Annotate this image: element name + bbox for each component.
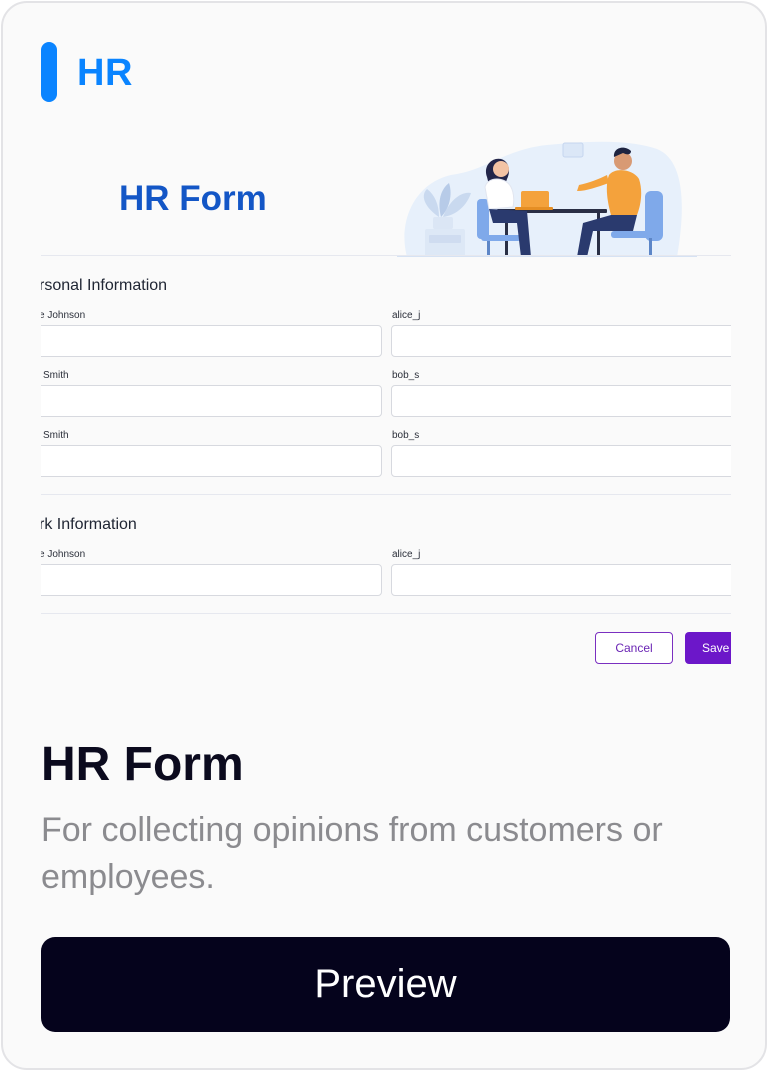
field-label: e Johnson bbox=[41, 549, 86, 560]
text-input[interactable] bbox=[391, 385, 731, 417]
category-label: HR bbox=[77, 52, 133, 94]
section-title-work: rk Information bbox=[41, 516, 137, 533]
preview-form-title: HR Form bbox=[119, 179, 267, 218]
field-label: e Johnson bbox=[41, 310, 86, 321]
field-label: Smith bbox=[43, 430, 69, 441]
section-divider bbox=[41, 494, 731, 495]
field-label: bob_s bbox=[392, 430, 420, 441]
section-divider bbox=[41, 613, 731, 614]
text-input[interactable] bbox=[41, 385, 382, 417]
field-label: alice_j bbox=[392, 310, 421, 321]
text-input[interactable] bbox=[41, 564, 382, 596]
preview-header-divider bbox=[41, 255, 731, 256]
template-card[interactable]: HR HR Form rsonal Information e Johnson … bbox=[1, 1, 767, 1070]
field-label: alice_j bbox=[392, 549, 421, 560]
text-input[interactable] bbox=[391, 564, 731, 596]
text-input[interactable] bbox=[41, 325, 382, 357]
text-input[interactable] bbox=[391, 445, 731, 477]
preview-button[interactable]: Preview bbox=[41, 937, 730, 1032]
text-input[interactable] bbox=[41, 445, 382, 477]
field-label: bob_s bbox=[392, 370, 420, 381]
field-label: Smith bbox=[43, 370, 69, 381]
text-input[interactable] bbox=[391, 325, 731, 357]
interview-illustration bbox=[397, 141, 697, 257]
card-description: For collecting opinions from customers o… bbox=[41, 811, 663, 896]
save-button[interactable]: Save bbox=[685, 632, 731, 664]
category-accent-bar bbox=[41, 42, 57, 102]
cancel-button[interactable]: Cancel bbox=[595, 632, 673, 664]
form-preview-thumbnail: HR Form rsonal Information e Johnson ali… bbox=[41, 139, 731, 679]
card-title: HR Form bbox=[41, 738, 244, 791]
section-title-personal: rsonal Information bbox=[41, 277, 168, 294]
